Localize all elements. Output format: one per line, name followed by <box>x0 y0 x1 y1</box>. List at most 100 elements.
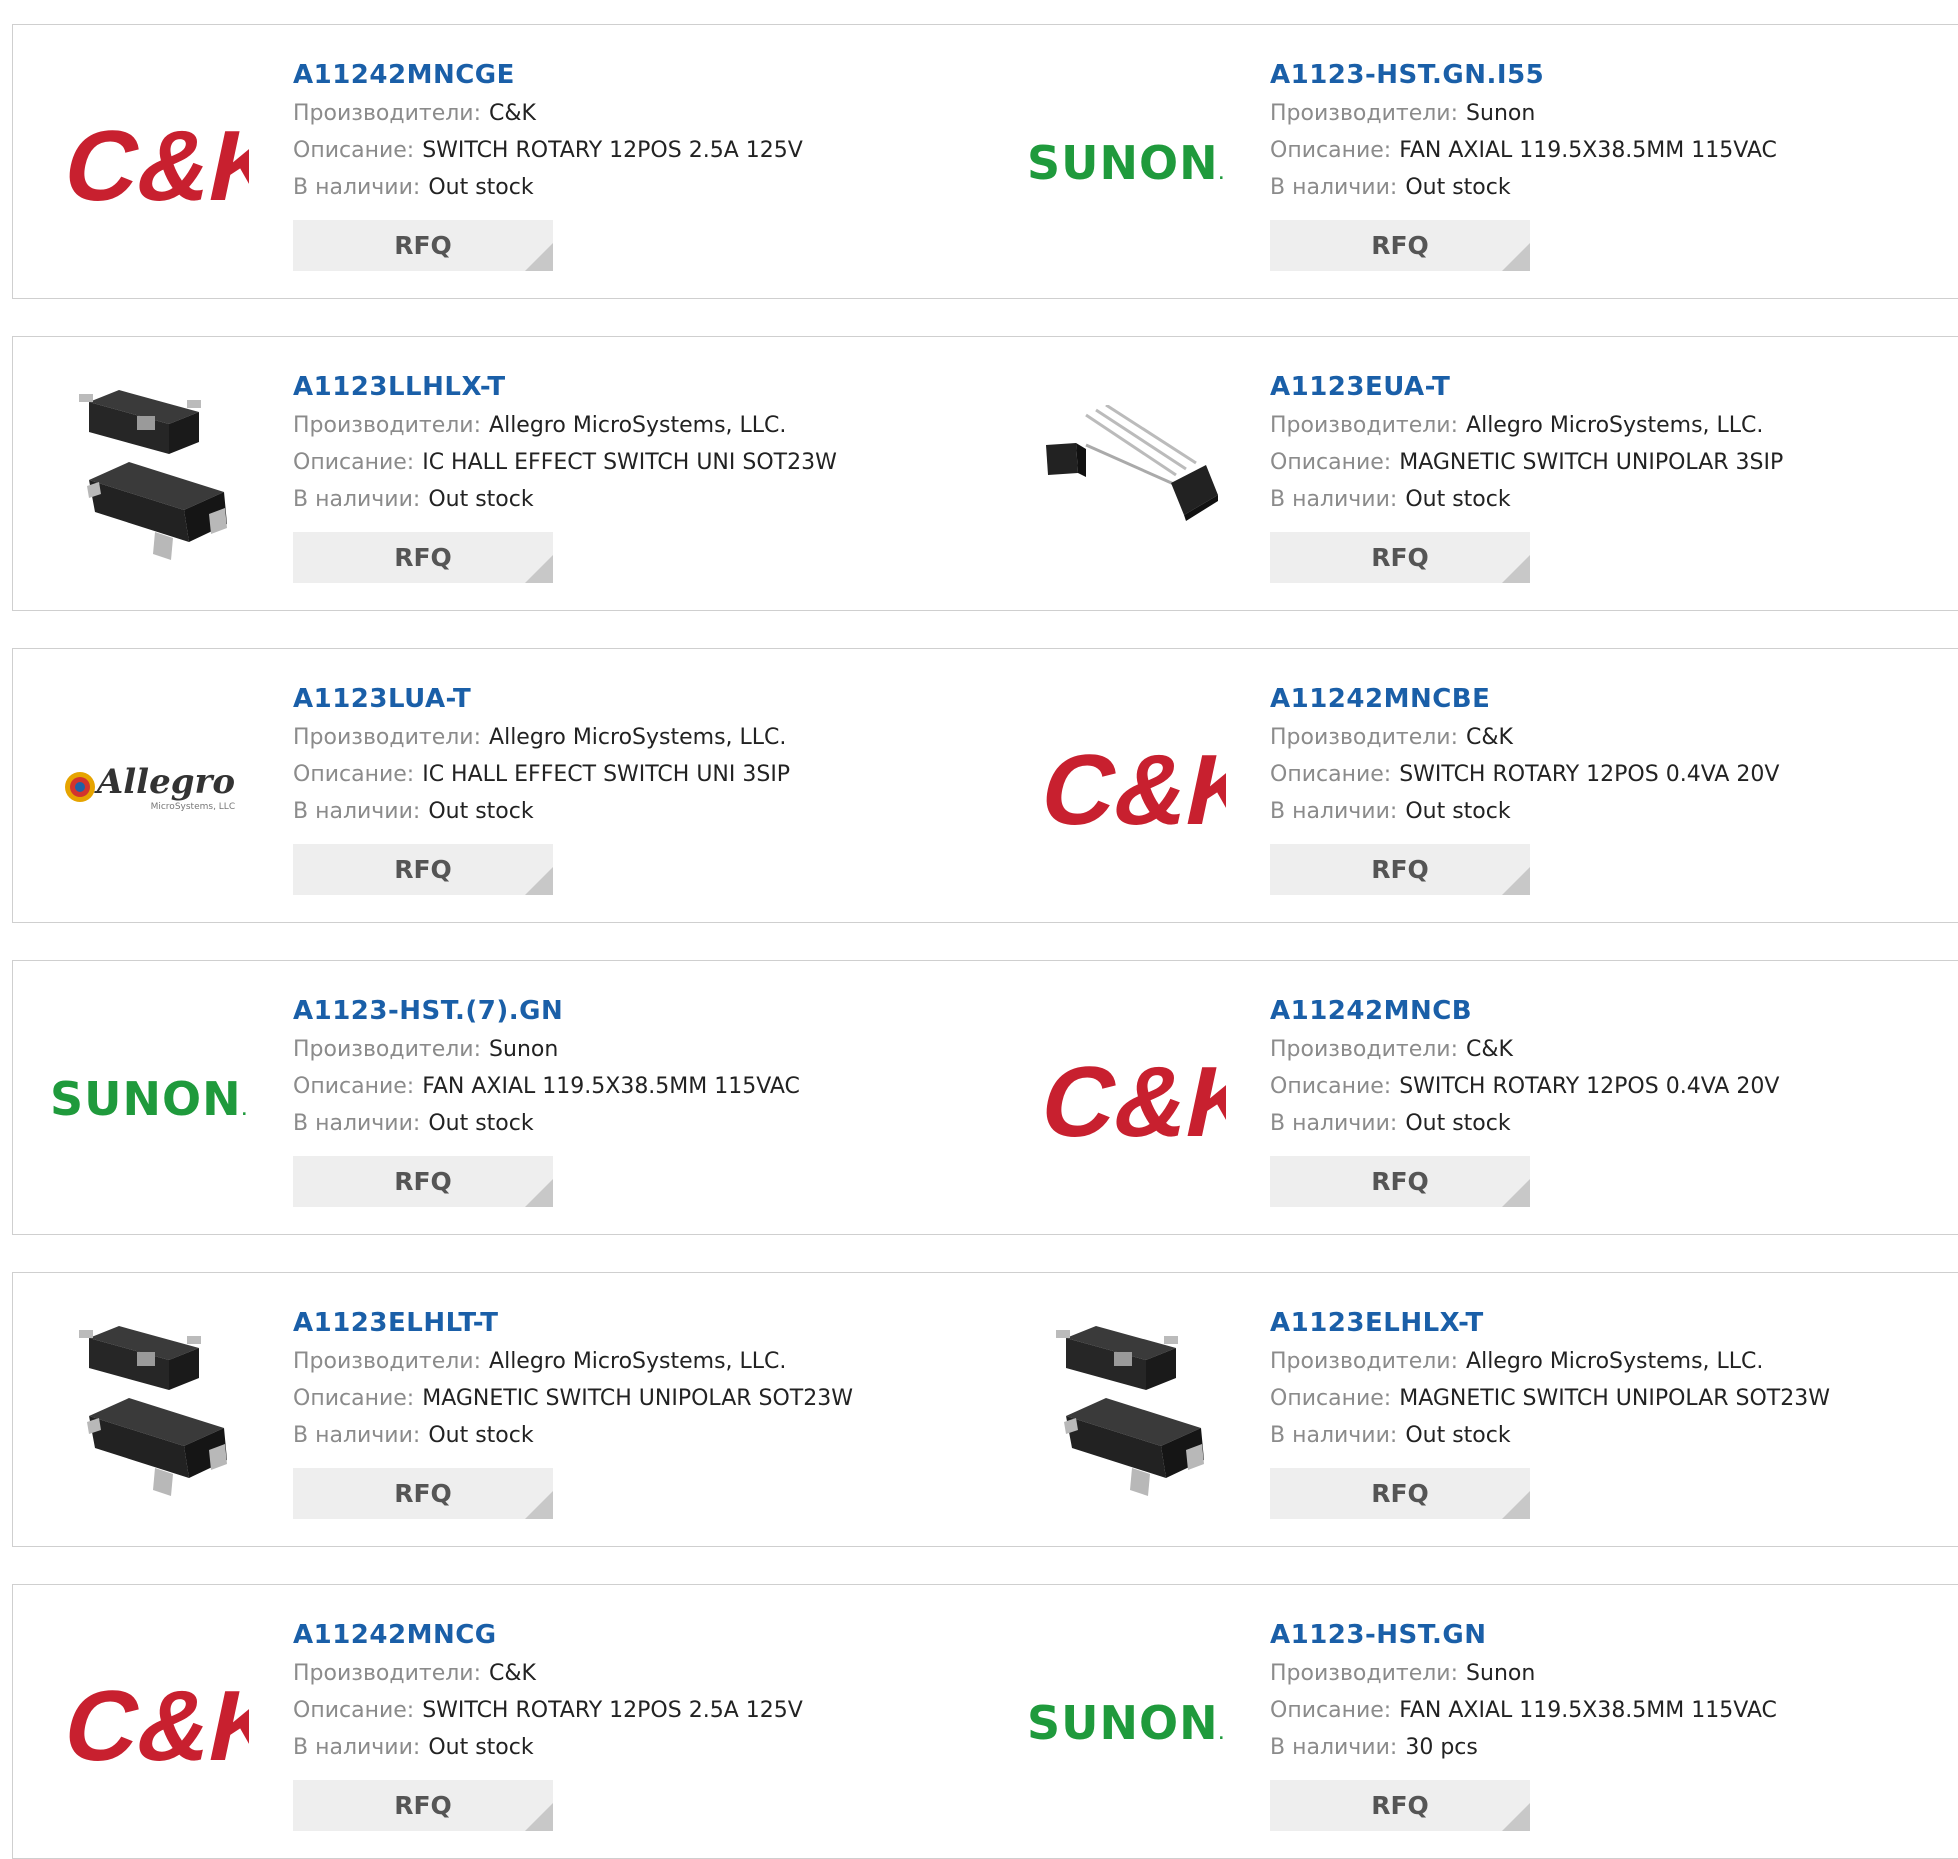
manufacturer-value: Sunon <box>1466 1661 1536 1686</box>
part-number-link[interactable]: A11242MNCBE <box>1270 679 1779 719</box>
part-number-link[interactable]: A1123EUA-T <box>1270 367 1783 407</box>
description-label: Описание: <box>293 1074 415 1099</box>
part-number-link[interactable]: A1123ELHLT-T <box>293 1303 853 1343</box>
allegro-logo-sub: MicroSystems, LLC <box>150 801 236 812</box>
sunon-logo-icon: SUNON. <box>1027 136 1225 190</box>
description-row: Описание: SWITCH ROTARY 12POS 0.4VA 20V <box>1270 1068 1779 1105</box>
rfq-button[interactable]: RFQ <box>293 532 553 583</box>
part-number-link[interactable]: A11242MNCB <box>1270 991 1779 1031</box>
description-value: MAGNETIC SWITCH UNIPOLAR SOT23W <box>1399 1386 1830 1411</box>
rfq-button[interactable]: RFQ <box>1270 1156 1530 1207</box>
sunon-logo-text: SUNON <box>1027 135 1219 190</box>
stock-label: В наличии: <box>293 487 421 512</box>
stock-value: Out stock <box>1405 1111 1511 1136</box>
sip-package-icon <box>1046 404 1218 521</box>
product-image[interactable]: SUNON. <box>1026 1625 1226 1820</box>
product-image[interactable] <box>1026 1313 1226 1508</box>
part-number-link[interactable]: A11242MNCGE <box>293 55 803 95</box>
product-card: C&K A11242MNCB Производители: C&K Описание: S… <box>990 960 1958 1235</box>
rfq-button[interactable]: RFQ <box>293 1156 553 1207</box>
product-card: A1123LLHLX-T Производители: Allegro MicroS… <box>12 336 991 611</box>
stock-value: Out stock <box>428 799 534 824</box>
ck-logo-icon: C&K <box>1032 1046 1226 1154</box>
description-label: Описание: <box>293 450 415 475</box>
product-image[interactable]: C&K <box>49 65 249 260</box>
product-image[interactable]: Allegro MicroSystems, LLC <box>49 689 249 884</box>
manufacturer-row: Производители: Allegro MicroSystems, LLC. <box>293 1343 853 1380</box>
description-value: FAN AXIAL 119.5X38.5MM 115VAC <box>1399 138 1777 163</box>
part-number-link[interactable]: A1123LLHLX-T <box>293 367 837 407</box>
product-card: C&K A11242MNCGE Производители: C&K Описание:… <box>12 24 991 299</box>
manufacturer-row: Производители: Allegro MicroSystems, LLC. <box>293 719 790 756</box>
stock-row: В наличии: Out stock <box>293 1105 800 1142</box>
description-row: Описание: IC HALL EFFECT SWITCH UNI SOT23… <box>293 444 837 481</box>
stock-value: Out stock <box>428 1735 534 1760</box>
description-row: Описание: FAN AXIAL 119.5X38.5MM 115VAC <box>293 1068 800 1105</box>
stock-value: Out stock <box>428 1111 534 1136</box>
ck-logo-icon: C&K <box>55 1670 249 1778</box>
rfq-button[interactable]: RFQ <box>293 844 553 895</box>
rfq-button[interactable]: RFQ <box>1270 1780 1530 1831</box>
stock-label: В наличии: <box>293 1111 421 1136</box>
product-image[interactable]: C&K <box>49 1625 249 1820</box>
manufacturer-value: Allegro MicroSystems, LLC. <box>489 413 787 438</box>
part-number-link[interactable]: A1123-HST.GN <box>1270 1615 1777 1655</box>
rfq-button[interactable]: RFQ <box>293 1468 553 1519</box>
description-value: SWITCH ROTARY 12POS 0.4VA 20V <box>1399 1074 1780 1099</box>
sot23-package-icon <box>1056 1326 1204 1496</box>
description-row: Описание: MAGNETIC SWITCH UNIPOLAR SOT23W <box>293 1380 853 1417</box>
product-image[interactable] <box>49 377 249 572</box>
rfq-button[interactable]: RFQ <box>1270 844 1530 895</box>
product-image[interactable]: SUNON. <box>49 1001 249 1196</box>
product-image[interactable]: C&K <box>1026 1001 1226 1196</box>
part-number-link[interactable]: A1123-HST.GN.I55 <box>1270 55 1777 95</box>
manufacturer-value: Allegro MicroSystems, LLC. <box>489 1349 787 1374</box>
description-label: Описание: <box>293 762 415 787</box>
rfq-button[interactable]: RFQ <box>293 1780 553 1831</box>
product-info: A1123-HST.GN.I55 Производители: Sunon Описа… <box>1270 55 1777 271</box>
product-info: A11242MNCBE Производители: C&K Описание: SWI… <box>1270 679 1779 895</box>
product-card: C&K A11242MNCG Производители: C&K Описание: S… <box>12 1584 991 1859</box>
product-info: A1123EUA-T Производители: Allegro MicroSys… <box>1270 367 1783 583</box>
product-image[interactable]: C&K <box>1026 689 1226 884</box>
product-grid: C&K A11242MNCGE Производители: C&K Описание:… <box>0 0 1958 1859</box>
product-image[interactable] <box>1026 377 1226 572</box>
part-number-link[interactable]: A1123-HST.(7).GN <box>293 991 800 1031</box>
stock-value: Out stock <box>1405 487 1511 512</box>
manufacturer-label: Производители: <box>293 725 482 750</box>
manufacturer-label: Производители: <box>1270 1037 1459 1062</box>
part-number-link[interactable]: A11242MNCG <box>293 1615 803 1655</box>
description-value: MAGNETIC SWITCH UNIPOLAR 3SIP <box>1399 450 1784 475</box>
manufacturer-label: Производители: <box>293 413 482 438</box>
sunon-logo-dot: . <box>241 1102 248 1119</box>
sunon-logo-text: SUNON <box>1027 1695 1219 1750</box>
stock-row: В наличии: Out stock <box>1270 1417 1830 1454</box>
rfq-button[interactable]: RFQ <box>1270 220 1530 271</box>
manufacturer-value: Sunon <box>489 1037 559 1062</box>
manufacturer-label: Производители: <box>293 1661 482 1686</box>
manufacturer-label: Производители: <box>1270 725 1459 750</box>
stock-label: В наличии: <box>293 799 421 824</box>
product-info: A1123-HST.GN Производители: Sunon Описание:… <box>1270 1615 1777 1831</box>
product-info: A11242MNCGE Производители: C&K Описание: SWI… <box>293 55 803 271</box>
rfq-button[interactable]: RFQ <box>293 220 553 271</box>
part-number-link[interactable]: A1123ELHLX-T <box>1270 1303 1830 1343</box>
product-info: A1123ELHLX-T Производители: Allegro MicroS… <box>1270 1303 1830 1519</box>
product-info: A1123LUA-T Производители: Allegro MicroSys… <box>293 679 790 895</box>
description-label: Описание: <box>1270 1074 1392 1099</box>
part-number-link[interactable]: A1123LUA-T <box>293 679 790 719</box>
product-card: A1123ELHLX-T Производители: Allegro MicroS… <box>990 1272 1958 1547</box>
stock-label: В наличии: <box>1270 1111 1398 1136</box>
product-card: A1123ELHLT-T Производители: Allegro MicroS… <box>12 1272 991 1547</box>
rfq-button[interactable]: RFQ <box>1270 1468 1530 1519</box>
stock-value: Out stock <box>1405 1423 1511 1448</box>
description-label: Описание: <box>293 138 415 163</box>
stock-row: В наличии: Out stock <box>293 1729 803 1766</box>
manufacturer-label: Производители: <box>1270 413 1459 438</box>
description-row: Описание: SWITCH ROTARY 12POS 2.5A 125V <box>293 1692 803 1729</box>
product-image[interactable] <box>49 1313 249 1508</box>
stock-label: В наличии: <box>1270 487 1398 512</box>
description-value: MAGNETIC SWITCH UNIPOLAR SOT23W <box>422 1386 853 1411</box>
rfq-button[interactable]: RFQ <box>1270 532 1530 583</box>
product-image[interactable]: SUNON. <box>1026 65 1226 260</box>
